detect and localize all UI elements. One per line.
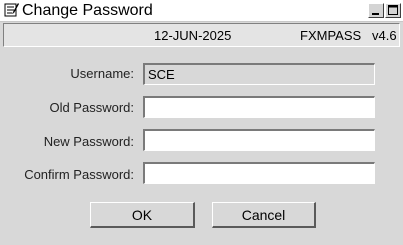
info-bar: 12-JUN-2025 FXMPASS v4.6 [3, 23, 400, 47]
minimize-icon [369, 4, 383, 17]
change-password-window: Change Password 12-JUN-2025 FXMPASS v4.6… [0, 0, 403, 245]
old-password-field[interactable] [143, 96, 375, 118]
app-code: FXMPASS [300, 28, 362, 43]
new-password-field[interactable] [143, 129, 375, 151]
confirm-password-field[interactable] [143, 162, 375, 184]
confirm-password-label: Confirm Password: [24, 167, 134, 182]
current-date: 12-JUN-2025 [154, 28, 232, 43]
cancel-button[interactable]: Cancel [212, 202, 316, 228]
maximize-button[interactable] [385, 3, 401, 18]
username-label: Username: [70, 66, 134, 81]
old-password-label: Old Password: [49, 100, 134, 115]
window-title: Change Password [22, 2, 153, 19]
maximize-icon [386, 4, 400, 17]
ok-button[interactable]: OK [90, 202, 195, 228]
title-bar[interactable]: Change Password [0, 0, 403, 22]
pencil-notepad-icon [4, 2, 19, 17]
username-field[interactable] [143, 63, 375, 85]
minimize-button[interactable] [368, 3, 384, 18]
app-version: v4.6 [372, 28, 397, 43]
new-password-label: New Password: [43, 134, 134, 149]
